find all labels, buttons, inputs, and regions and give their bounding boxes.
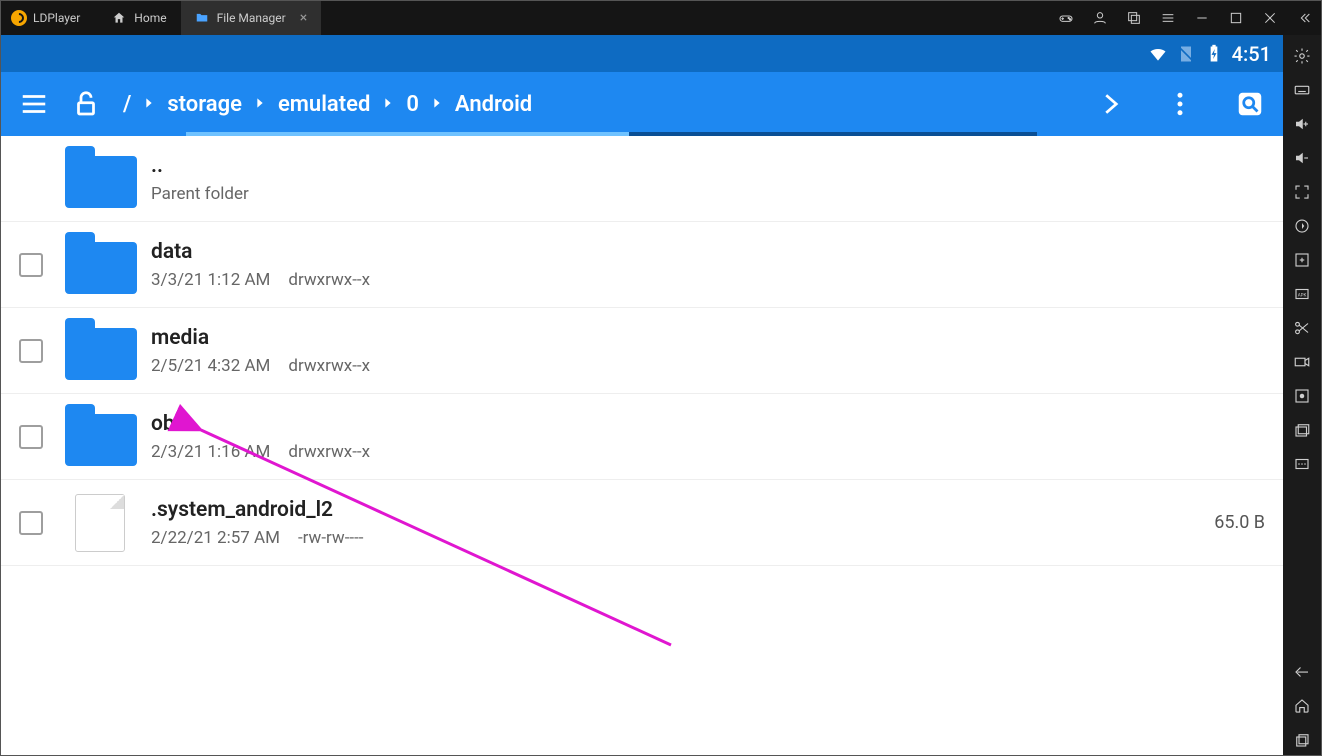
item-date: 2/5/21 4:32 AM: [151, 356, 270, 376]
volume-down-icon[interactable]: [1285, 143, 1319, 173]
forward-icon[interactable]: [1095, 89, 1125, 119]
folder-icon: [65, 322, 137, 380]
checkbox[interactable]: [19, 253, 43, 277]
emulator-name: LDPlayer: [33, 11, 80, 25]
recents-icon[interactable]: [1285, 725, 1319, 755]
maximize-icon[interactable]: [1219, 1, 1253, 35]
item-perm: drwxrwx--x: [288, 270, 370, 290]
minimize-icon[interactable]: [1185, 1, 1219, 35]
overflow-menu-icon[interactable]: [1165, 89, 1195, 119]
search-icon[interactable]: [1235, 89, 1265, 119]
checkbox[interactable]: [19, 511, 43, 535]
list-item-parent[interactable]: .. Parent folder: [1, 136, 1283, 222]
hamburger-menu-icon[interactable]: [19, 89, 49, 119]
breadcrumb-seg[interactable]: emulated: [278, 92, 370, 117]
emulator-side-toolbar: APK: [1283, 35, 1321, 755]
back-icon[interactable]: [1285, 657, 1319, 687]
close-window-icon[interactable]: [1253, 1, 1287, 35]
chevron-right-icon: [141, 92, 157, 117]
list-item[interactable]: media 2/5/21 4:32 AM drwxrwx--x: [1, 308, 1283, 394]
list-item[interactable]: data 3/3/21 1:12 AM drwxrwx--x: [1, 222, 1283, 308]
status-time: 4:51: [1232, 42, 1271, 66]
emulator-logo: LDPlayer: [1, 1, 98, 35]
folder-icon: [65, 236, 137, 294]
chevron-right-icon: [380, 92, 396, 117]
item-perm: drwxrwx--x: [288, 356, 370, 376]
breadcrumb-root[interactable]: /: [123, 92, 131, 117]
item-perm: drwxrwx--x: [288, 442, 370, 462]
folder-icon: [65, 150, 137, 208]
video-record-icon[interactable]: [1285, 347, 1319, 377]
breadcrumb-seg[interactable]: 0: [406, 92, 419, 117]
wifi-icon: [1148, 44, 1168, 64]
window-titlebar: LDPlayer Home File Manager ×: [1, 1, 1321, 35]
multi-window-icon[interactable]: [1117, 1, 1151, 35]
folder-icon: [195, 11, 209, 25]
file-icon: [65, 494, 137, 552]
unlock-icon[interactable]: [71, 89, 101, 119]
multi-instance-icon[interactable]: [1285, 415, 1319, 445]
operation-record-icon[interactable]: [1285, 381, 1319, 411]
breadcrumb: / storage emulated 0 Android: [123, 72, 1073, 136]
volume-up-icon[interactable]: [1285, 109, 1319, 139]
gamepad-icon[interactable]: [1049, 1, 1083, 35]
tab-label: File Manager: [217, 11, 286, 25]
item-date: 2/22/21 2:57 AM: [151, 528, 280, 548]
list-item[interactable]: obb 2/3/21 1:16 AM drwxrwx--x: [1, 394, 1283, 480]
apk-install-icon[interactable]: APK: [1285, 279, 1319, 309]
item-date: 3/3/21 1:12 AM: [151, 270, 270, 290]
android-statusbar: 4:51: [1, 35, 1283, 72]
checkbox[interactable]: [19, 339, 43, 363]
home-icon: [112, 11, 126, 25]
user-icon[interactable]: [1083, 1, 1117, 35]
item-name: obb: [151, 412, 1265, 436]
checkbox[interactable]: [19, 425, 43, 449]
tab-home[interactable]: Home: [98, 1, 180, 35]
item-name: media: [151, 326, 1265, 350]
collapse-sidebar-icon[interactable]: [1287, 1, 1321, 35]
fullscreen-icon[interactable]: [1285, 177, 1319, 207]
battery-charging-icon: [1204, 44, 1224, 64]
list-item[interactable]: .system_android_l2 2/22/21 2:57 AM -rw-rw…: [1, 480, 1283, 566]
item-size: 65.0 B: [1214, 512, 1265, 533]
item-name: .system_android_l2: [151, 498, 1214, 522]
tab-label: Home: [134, 11, 166, 25]
tab-file-manager[interactable]: File Manager ×: [181, 1, 322, 35]
no-sim-icon: [1176, 44, 1196, 64]
toolbar-underline: [186, 132, 1037, 136]
svg-text:APK: APK: [1298, 292, 1307, 298]
item-desc: Parent folder: [151, 184, 249, 204]
item-perm: -rw-rw----: [298, 528, 364, 548]
item-name: ..: [151, 154, 1265, 178]
item-date: 2/3/21 1:16 AM: [151, 442, 270, 462]
folder-icon: [65, 408, 137, 466]
file-manager-toolbar: / storage emulated 0 Android: [1, 72, 1283, 136]
keyboard-icon[interactable]: [1285, 75, 1319, 105]
sync-icon[interactable]: [1285, 211, 1319, 241]
menu-icon[interactable]: [1151, 1, 1185, 35]
breadcrumb-seg[interactable]: Android: [455, 92, 532, 117]
item-name: data: [151, 240, 1265, 264]
chevron-right-icon: [252, 92, 268, 117]
file-list: .. Parent folder data 3/3/21 1:12 AM drwx…: [1, 136, 1283, 755]
scissors-icon[interactable]: [1285, 313, 1319, 343]
home-nav-icon[interactable]: [1285, 691, 1319, 721]
ldplayer-icon: [11, 10, 27, 26]
more-icon[interactable]: [1285, 449, 1319, 479]
settings-gear-icon[interactable]: [1285, 41, 1319, 71]
chevron-right-icon: [429, 92, 445, 117]
add-panel-icon[interactable]: [1285, 245, 1319, 275]
breadcrumb-seg[interactable]: storage: [167, 92, 242, 117]
close-icon[interactable]: ×: [300, 10, 307, 26]
